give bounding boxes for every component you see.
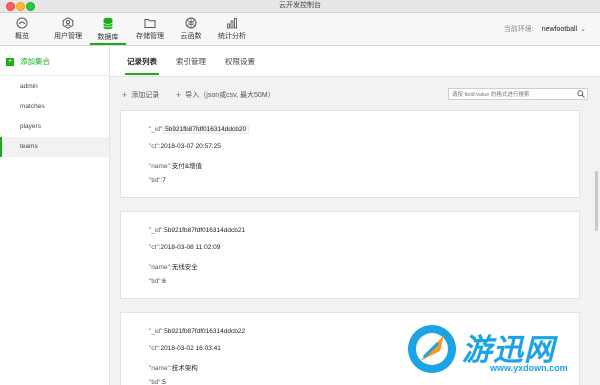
tab-bar: 记录列表 索引管理 权限设置 (110, 46, 600, 77)
import-button[interactable]: + 导入（json或csv, 最大50M） (176, 90, 275, 100)
record-id: "_id":5b921fb87fdf016314ddcb21 (149, 227, 245, 234)
toolbar-storage[interactable]: 存储管理 (132, 13, 168, 45)
field-value: 5b921fb87fdf016314ddcb20 (162, 125, 250, 134)
watermark-logo-icon (408, 325, 456, 373)
sidebar-item-teams[interactable]: teams (0, 137, 109, 157)
field-key: "ct": (149, 345, 161, 352)
environment-value: newfootball (541, 26, 578, 33)
field-value: 7 (162, 177, 166, 184)
record-ct: "ct":2018-03-02 16:03:41 (149, 345, 221, 352)
record-id: "_id":5b921fb87fdf016314ddcb20 (149, 125, 250, 134)
watermark-url: www.yxdown.com (490, 363, 568, 373)
record-ct: "ct":2018-03-07 20:57:25 (149, 143, 221, 150)
field-key: "tid": (149, 177, 163, 184)
add-collection-button[interactable]: + 添加集合 (6, 56, 50, 67)
toolbar-statistics-label: 统计分析 (218, 33, 246, 40)
environment-selector[interactable]: 当前环境: newfootball ⌄ (504, 24, 586, 34)
record-tid: "tid":5 (149, 379, 166, 385)
record-card[interactable]: "_id":5b921fb87fdf016314ddcb20 "ct":2018… (120, 110, 580, 198)
record-tid: "tid":6 (149, 278, 166, 285)
record-name: "name":无线安全 (149, 261, 198, 271)
field-value: 无线安全 (171, 264, 198, 271)
field-value: 支付&增值 (171, 163, 203, 170)
record-id: "_id":5b921fb87fdf016314ddcb22 (149, 328, 245, 335)
record-actions: + 添加记录 + 导入（json或csv, 最大50M） (110, 86, 600, 104)
field-key: "_id": (149, 227, 165, 234)
field-value: 2018-03-08 11:02:09 (160, 244, 221, 251)
plus-icon: + (176, 90, 182, 100)
tab-records[interactable]: 记录列表 (125, 56, 159, 75)
add-collection-label: 添加集合 (20, 57, 50, 66)
toolbar-database[interactable]: 数据库 (90, 13, 126, 45)
toolbar-cloud-functions[interactable]: 云函数 (176, 13, 206, 45)
import-label: 导入（json或csv, 最大50M） (185, 92, 275, 99)
field-key: "name": (149, 365, 172, 372)
record-name: "name":支付&增值 (149, 160, 202, 170)
search-input[interactable] (448, 88, 588, 100)
toolbar-cloud-functions-label: 云函数 (180, 33, 202, 40)
field-value: 6 (162, 278, 166, 285)
field-key: "ct": (149, 143, 161, 150)
field-key: "_id": (149, 328, 165, 335)
add-record-button[interactable]: + 添加记录 (122, 90, 159, 100)
window-title: 云开发控制台 (279, 2, 321, 9)
sidebar-divider (0, 75, 109, 76)
tab-permissions[interactable]: 权限设置 (225, 56, 255, 67)
database-icon (103, 17, 113, 30)
function-icon (185, 17, 197, 29)
sidebar-item-players[interactable]: players (0, 117, 109, 137)
field-key: "name": (149, 264, 172, 271)
user-icon (62, 17, 74, 29)
window-titlebar: 云开发控制台 (0, 0, 600, 13)
chart-icon (227, 18, 237, 29)
toolbar-user-management[interactable]: 用户管理 (50, 13, 86, 45)
environment-label: 当前环境: (503, 26, 534, 33)
field-value: 5b921fb87fdf016314ddcb21 (164, 227, 246, 234)
toolbar-statistics[interactable]: 统计分析 (214, 13, 250, 45)
field-key: "tid": (149, 278, 163, 285)
sidebar-item-admin[interactable]: admin (0, 77, 109, 97)
field-value: 5 (162, 379, 166, 385)
toolbar-database-label: 数据库 (97, 34, 119, 41)
field-key: "name": (149, 163, 172, 170)
toolbar-overview[interactable]: 概览 (8, 13, 36, 45)
field-value: 5b921fb87fdf016314ddcb22 (164, 328, 246, 335)
field-value: 技术架构 (171, 365, 198, 372)
plus-icon: + (122, 90, 128, 100)
main-toolbar: 概览 用户管理 数据库 存储管理 云函数 统计分析 当前环境: newfootb… (0, 13, 600, 46)
field-value: 2018-03-07 20:57:25 (160, 143, 221, 150)
site-watermark: 游迅网 www.yxdown.com (404, 319, 594, 381)
record-ct: "ct":2018-03-08 11:02:09 (149, 244, 220, 251)
record-tid: "tid":7 (149, 177, 166, 184)
sidebar-item-matches[interactable]: matches (0, 97, 109, 117)
field-key: "tid": (149, 379, 163, 385)
tab-index[interactable]: 索引管理 (176, 56, 206, 67)
plus-icon: + (6, 58, 14, 67)
search-icon[interactable] (577, 90, 585, 98)
toolbar-storage-label: 存储管理 (136, 33, 164, 40)
record-card[interactable]: "_id":5b921fb87fdf016314ddcb21 "ct":2018… (120, 211, 580, 299)
vertical-scrollbar[interactable] (595, 171, 598, 231)
add-record-label: 添加记录 (131, 92, 160, 99)
toolbar-overview-label: 概览 (15, 33, 29, 40)
toolbar-user-management-label: 用户管理 (54, 33, 82, 40)
collection-sidebar: + 添加集合 admin matches players teams (0, 46, 110, 385)
gauge-icon (16, 17, 28, 29)
record-name: "name":技术架构 (149, 362, 198, 372)
folder-icon (144, 19, 156, 28)
field-key: "ct": (149, 244, 161, 251)
chevron-down-icon: ⌄ (580, 26, 586, 33)
field-value: 2018-03-02 16:03:41 (160, 345, 221, 352)
